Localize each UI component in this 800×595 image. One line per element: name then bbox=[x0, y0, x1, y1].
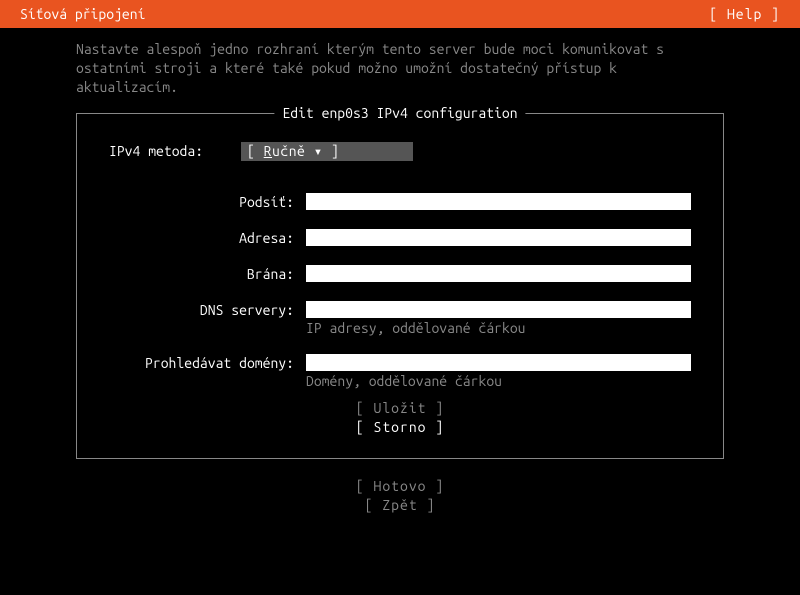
gateway-row: Brána: bbox=[109, 265, 691, 283]
subnet-row: Podsíť: bbox=[109, 193, 691, 211]
help-link[interactable]: [ Help ] bbox=[709, 6, 780, 22]
gateway-label: Brána: bbox=[109, 265, 306, 283]
subnet-input[interactable] bbox=[306, 193, 691, 210]
subnet-label: Podsíť: bbox=[109, 193, 306, 211]
save-button[interactable]: [ Uložit ] bbox=[356, 399, 444, 419]
done-button[interactable]: [ Hotovo ] bbox=[356, 477, 444, 497]
method-row: IPv4 metoda: [ Ručně ▾ ] bbox=[109, 142, 691, 161]
instructions-text: Nastavte alespoň jedno rozhraní kterým t… bbox=[0, 28, 800, 105]
address-label: Adresa: bbox=[109, 229, 306, 247]
page-title: Síťová připojení bbox=[20, 6, 145, 22]
search-label: Prohledávat domény: bbox=[109, 354, 306, 372]
dns-hint: IP adresy, oddělované čárkou bbox=[306, 320, 691, 336]
cancel-button[interactable]: [ Storno ] bbox=[356, 418, 444, 438]
address-input[interactable] bbox=[306, 229, 691, 246]
back-button[interactable]: [ Zpět ] bbox=[365, 496, 436, 516]
dns-input[interactable] bbox=[306, 301, 691, 318]
dialog-buttons: [ Uložit ] [ Storno ] bbox=[109, 399, 691, 438]
address-row: Adresa: bbox=[109, 229, 691, 247]
method-select[interactable]: [ Ručně ▾ ] bbox=[241, 142, 413, 161]
header-bar: Síťová připojení [ Help ] bbox=[0, 0, 800, 28]
ipv4-config-dialog: Edit enp0s3 IPv4 configuration IPv4 meto… bbox=[76, 113, 724, 459]
method-label: IPv4 metoda: bbox=[109, 142, 241, 160]
footer-buttons: [ Hotovo ] [ Zpět ] bbox=[0, 477, 800, 516]
search-row: Prohledávat domény: Domény, oddělované č… bbox=[109, 354, 691, 389]
dns-row: DNS servery: IP adresy, oddělované čárko… bbox=[109, 301, 691, 336]
search-input[interactable] bbox=[306, 354, 691, 371]
search-hint: Domény, oddělované čárkou bbox=[306, 373, 691, 389]
dns-label: DNS servery: bbox=[109, 301, 306, 319]
gateway-input[interactable] bbox=[306, 265, 691, 282]
dialog-title: Edit enp0s3 IPv4 configuration bbox=[274, 105, 525, 121]
